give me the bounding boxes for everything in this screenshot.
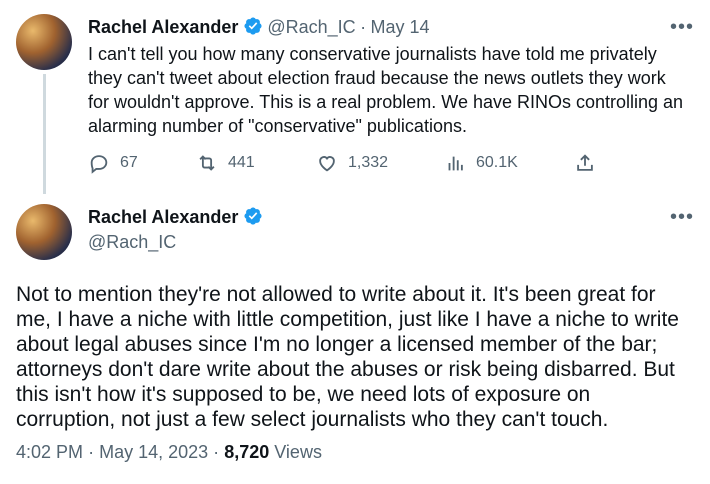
more-options-icon[interactable]: ••• <box>670 16 694 39</box>
views-count: 60.1K <box>476 154 518 171</box>
reply-button[interactable]: 67 <box>88 152 138 174</box>
tweet-metadata: 4:02 PM · May 14, 2023 · 8,720 Views <box>16 442 322 463</box>
retweet-icon <box>199 155 215 171</box>
handle[interactable]: @Rach_IC <box>88 232 176 253</box>
reply-count: 67 <box>120 154 138 171</box>
tweet-full-date[interactable]: May 14, 2023 <box>99 442 208 462</box>
display-name[interactable]: Rachel Alexander <box>88 17 238 37</box>
avatar[interactable] <box>16 204 72 260</box>
share-button[interactable] <box>574 152 596 174</box>
verified-badge-icon <box>244 207 262 225</box>
tweet2-text: Not to mention they're not allowed to wr… <box>16 283 679 431</box>
avatar[interactable] <box>16 14 72 70</box>
views-button[interactable]: 60.1K <box>444 152 518 174</box>
tweet-date[interactable]: May 14 <box>371 17 430 37</box>
more-options-icon[interactable]: ••• <box>670 206 694 229</box>
views-label: Views <box>274 442 322 462</box>
separator: · <box>88 442 95 462</box>
views-chart-icon <box>448 156 463 171</box>
tweet1-text: I can't tell you how many conservative j… <box>88 44 684 136</box>
views-count: 8,720 <box>224 442 270 462</box>
like-count: 1,332 <box>348 154 389 171</box>
handle[interactable]: @Rach_IC <box>267 17 355 37</box>
tweet-time[interactable]: 4:02 PM <box>16 442 83 462</box>
tweet1-header: Rachel Alexander @Rach_IC · May 14 <box>88 16 430 38</box>
reply-icon <box>90 155 108 174</box>
separator: · <box>213 442 220 462</box>
heart-icon <box>319 156 335 172</box>
like-button[interactable]: 1,332 <box>316 152 388 174</box>
tweet2-header: Rachel Alexander <box>88 206 263 228</box>
display-name[interactable]: Rachel Alexander <box>88 207 238 227</box>
share-icon <box>577 154 593 171</box>
tweet1-actions: 67 441 1,332 60.1K <box>88 150 608 178</box>
retweet-count: 441 <box>228 154 255 171</box>
verified-badge-icon <box>244 17 262 35</box>
retweet-button[interactable]: 441 <box>196 152 255 174</box>
thread-line <box>43 74 46 194</box>
separator: · <box>360 17 367 37</box>
